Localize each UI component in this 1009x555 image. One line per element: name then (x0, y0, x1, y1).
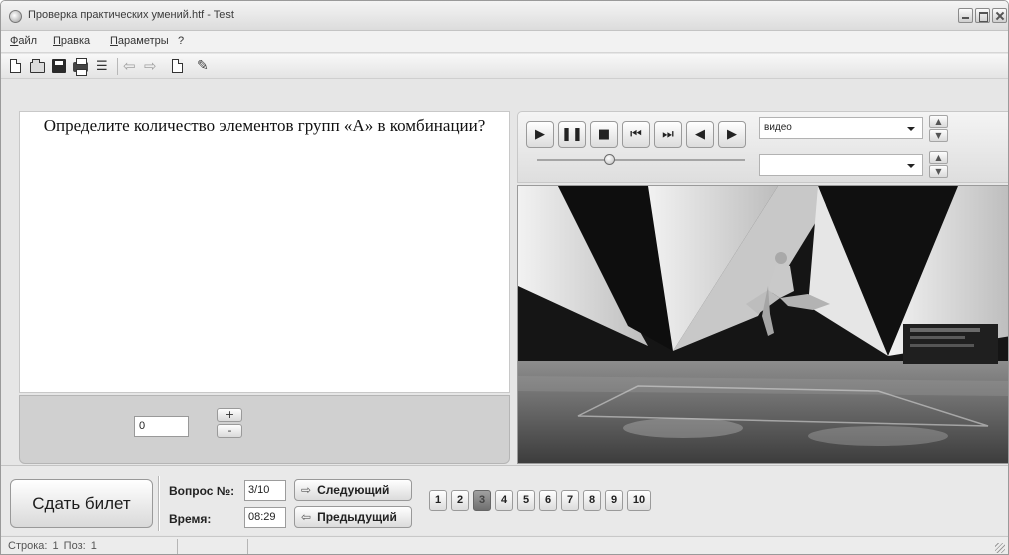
page-button-2[interactable]: 2 (451, 490, 469, 511)
answer-decrement-button[interactable]: - (217, 424, 242, 438)
dropdown-arrow-icon (907, 164, 915, 168)
secondary-select-up-button[interactable]: ▲ (929, 151, 948, 164)
app-window: Проверка практических умений.htf - Test … (0, 0, 1009, 555)
menu-bar: Файл Правка Параметры ? (1, 31, 1008, 53)
page-icon[interactable] (172, 59, 183, 73)
page-button-1[interactable]: 1 (429, 490, 447, 511)
dropdown-arrow-icon (907, 127, 915, 131)
step-forward-button[interactable]: ▶ (718, 121, 746, 148)
secondary-select-down-button[interactable]: ▼ (929, 165, 948, 178)
check-icon[interactable]: ☰ (96, 59, 111, 74)
status-text: Строка: 1 Поз: 1 (8, 540, 97, 552)
video-frame[interactable] (517, 185, 1008, 464)
menu-parameters[interactable]: Параметры (110, 35, 169, 47)
print-icon[interactable] (73, 58, 88, 76)
status-bar: Строка: 1 Поз: 1 (1, 536, 1008, 554)
seek-bar[interactable] (537, 159, 745, 161)
answer-input[interactable]: 0 (134, 416, 189, 437)
answer-increment-button[interactable]: + (217, 408, 242, 422)
edit-icon[interactable]: ✎ (197, 59, 212, 74)
step-back-button[interactable]: ◀ (686, 121, 714, 148)
video-select-down-button[interactable]: ▼ (929, 129, 948, 142)
submit-ticket-button[interactable]: Сдать билет (10, 479, 153, 528)
previous-question-button[interactable]: ⇦ Предыдущий (294, 506, 412, 528)
page-button-4[interactable]: 4 (495, 490, 513, 511)
skip-to-end-button[interactable]: ⏭ (654, 121, 682, 148)
next-button-label: Следующий (317, 483, 390, 497)
question-panel: Определите количество элементов групп «А… (19, 111, 510, 393)
page-button-8[interactable]: 8 (583, 490, 601, 511)
seek-thumb[interactable] (603, 154, 615, 165)
menu-edit[interactable]: Правка (53, 35, 90, 47)
question-number-field: 3/10 (244, 480, 286, 501)
separator (158, 476, 160, 531)
resize-grip-icon[interactable] (995, 543, 1005, 553)
status-separator (247, 539, 248, 554)
question-text: Определите количество элементов групп «А… (43, 116, 486, 135)
menu-file[interactable]: Файл (10, 35, 37, 47)
answer-panel: 0 + - (19, 395, 510, 464)
previous-button-label: Предыдущий (317, 510, 397, 524)
arrow-right-icon: ⇨ (301, 483, 312, 497)
time-field: 08:29 (244, 507, 286, 528)
bottom-bar: Сдать билет Вопрос №: 3/10 Время: 08:29 … (1, 465, 1008, 535)
minimize-button[interactable] (958, 8, 973, 23)
page-button-3[interactable]: 3 (473, 490, 491, 511)
title-bar: Проверка практических умений.htf - Test (1, 1, 1008, 31)
redo-icon[interactable]: ⇨ (144, 59, 159, 74)
page-button-5[interactable]: 5 (517, 490, 535, 511)
pause-button[interactable]: ❚❚ (558, 121, 586, 148)
video-select[interactable]: видео (759, 117, 923, 139)
time-label: Время: (169, 512, 212, 526)
status-separator (177, 539, 178, 554)
page-button-10[interactable]: 10 (627, 490, 651, 511)
video-still-image (518, 186, 1008, 463)
player-controls: ▶ ❚❚ ■ ⏮ ⏭ ◀ ▶ видео ▲ ▼ ▲ ▼ (517, 111, 1008, 183)
secondary-select[interactable] (759, 154, 923, 176)
app-icon (9, 10, 22, 23)
maximize-button[interactable] (975, 8, 990, 23)
question-number-label: Вопрос №: (169, 484, 235, 498)
video-select-up-button[interactable]: ▲ (929, 115, 948, 128)
undo-icon[interactable]: ⇦ (123, 59, 138, 74)
play-button[interactable]: ▶ (526, 121, 554, 148)
next-question-button[interactable]: ⇨ Следующий (294, 479, 412, 501)
open-folder-icon[interactable] (30, 59, 45, 73)
page-button-7[interactable]: 7 (561, 490, 579, 511)
close-button[interactable] (992, 8, 1007, 23)
page-button-6[interactable]: 6 (539, 490, 557, 511)
toolbar-separator (117, 58, 118, 75)
new-document-icon[interactable] (10, 59, 21, 73)
video-select-value: видео (764, 122, 792, 133)
page-button-9[interactable]: 9 (605, 490, 623, 511)
stop-button[interactable]: ■ (590, 121, 618, 148)
window-title: Проверка практических умений.htf - Test (28, 9, 234, 21)
arrow-left-icon: ⇦ (301, 510, 312, 524)
menu-help[interactable]: ? (178, 35, 184, 47)
toolbar: ☰ ⇦ ⇨ ✎ (1, 54, 1008, 79)
skip-to-start-button[interactable]: ⏮ (622, 121, 650, 148)
save-icon[interactable] (52, 59, 66, 73)
